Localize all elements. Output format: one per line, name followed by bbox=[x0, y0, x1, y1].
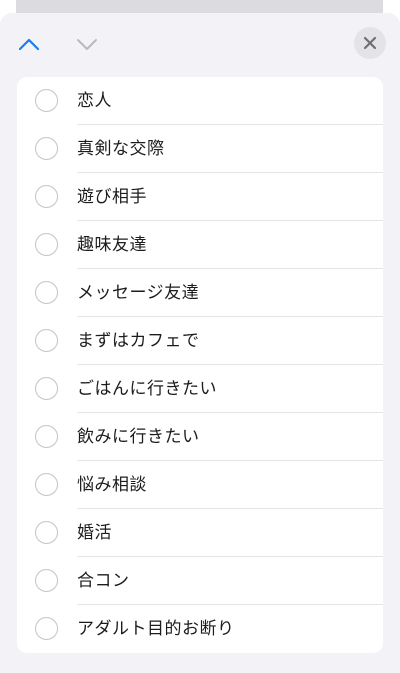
option-label: 遊び相手 bbox=[77, 187, 147, 207]
option-label: 真剣な交際 bbox=[77, 139, 165, 159]
list-item[interactable]: 恋人 bbox=[17, 77, 383, 125]
chevron-up-icon bbox=[18, 38, 40, 51]
option-label: 飲みに行きたい bbox=[77, 427, 200, 447]
close-button[interactable] bbox=[354, 27, 386, 59]
option-label: アダルト目的お断り bbox=[77, 619, 235, 639]
option-label: 恋人 bbox=[77, 91, 112, 111]
list-item[interactable]: 合コン bbox=[17, 557, 383, 605]
list-item[interactable]: 悩み相談 bbox=[17, 461, 383, 509]
close-icon bbox=[363, 36, 377, 50]
previous-button[interactable] bbox=[14, 29, 44, 59]
radio-button[interactable] bbox=[35, 521, 58, 544]
list-item[interactable]: 真剣な交際 bbox=[17, 125, 383, 173]
next-button[interactable] bbox=[72, 29, 102, 59]
list-item[interactable]: 遊び相手 bbox=[17, 173, 383, 221]
radio-button[interactable] bbox=[35, 185, 58, 208]
option-label: 合コン bbox=[77, 571, 130, 591]
radio-button[interactable] bbox=[35, 137, 58, 160]
radio-button[interactable] bbox=[35, 425, 58, 448]
radio-button[interactable] bbox=[35, 569, 58, 592]
option-label: 趣味友達 bbox=[77, 235, 147, 255]
list-item[interactable]: 趣味友達 bbox=[17, 221, 383, 269]
radio-button[interactable] bbox=[35, 617, 58, 640]
option-label: 悩み相談 bbox=[77, 475, 147, 495]
chevron-down-icon bbox=[77, 39, 97, 50]
radio-button[interactable] bbox=[35, 281, 58, 304]
option-label: ごはんに行きたい bbox=[77, 379, 217, 399]
option-label: まずはカフェで bbox=[77, 331, 200, 351]
option-label: 婚活 bbox=[77, 523, 112, 543]
options-list: 恋人 真剣な交際 遊び相手 趣味友達 メッセージ友達 まずはカフェで ごはんに行… bbox=[17, 77, 383, 653]
list-item[interactable]: まずはカフェで bbox=[17, 317, 383, 365]
radio-button[interactable] bbox=[35, 233, 58, 256]
list-item[interactable]: 婚活 bbox=[17, 509, 383, 557]
radio-button[interactable] bbox=[35, 89, 58, 112]
radio-button[interactable] bbox=[35, 473, 58, 496]
radio-button[interactable] bbox=[35, 377, 58, 400]
radio-button[interactable] bbox=[35, 329, 58, 352]
list-item[interactable]: ごはんに行きたい bbox=[17, 365, 383, 413]
list-item[interactable]: アダルト目的お断り bbox=[17, 605, 383, 653]
list-item[interactable]: 飲みに行きたい bbox=[17, 413, 383, 461]
option-label: メッセージ友達 bbox=[77, 283, 200, 303]
list-item[interactable]: メッセージ友達 bbox=[17, 269, 383, 317]
toolbar bbox=[0, 13, 400, 75]
